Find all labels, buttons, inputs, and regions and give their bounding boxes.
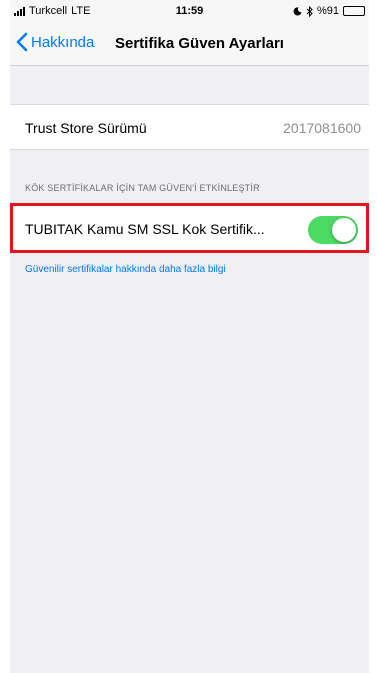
certificate-label: TUBITAK Kamu SM SSL Kok Sertifik...	[25, 221, 265, 237]
page-title: Sertifika Güven Ayarları	[115, 35, 284, 52]
battery-percent: %91	[316, 5, 339, 17]
trust-store-label: Trust Store Sürümü	[25, 120, 147, 136]
trusted-certs-info-link[interactable]: Güvenilir sertifikalar hakkında daha faz…	[25, 264, 226, 275]
back-button-label: Hakkında	[31, 33, 95, 51]
certificate-trust-toggle[interactable]	[308, 216, 358, 244]
trust-store-row: Trust Store Sürümü 2017081600	[10, 104, 369, 150]
trust-store-value: 2017081600	[283, 120, 361, 136]
status-bar: Turkcell LTE 11:59 %91	[10, 0, 369, 22]
chevron-left-icon	[16, 32, 28, 52]
status-right: %91	[293, 5, 365, 17]
section-header-root-certs: KÖK SERTİFİKALAR İÇİN TAM GÜVEN'İ ETKİNL…	[25, 183, 260, 193]
toggle-knob	[332, 218, 356, 242]
navigation-bar: Hakkında Sertifika Güven Ayarları	[10, 22, 369, 66]
moon-icon	[293, 6, 302, 15]
settings-screen: Turkcell LTE 11:59 %91 Hakkında Sertifik…	[10, 0, 369, 673]
back-button[interactable]: Hakkında	[16, 32, 94, 52]
bluetooth-icon	[306, 5, 313, 17]
battery-icon	[343, 6, 365, 16]
certificate-row: TUBITAK Kamu SM SSL Kok Sertifik...	[10, 203, 369, 253]
